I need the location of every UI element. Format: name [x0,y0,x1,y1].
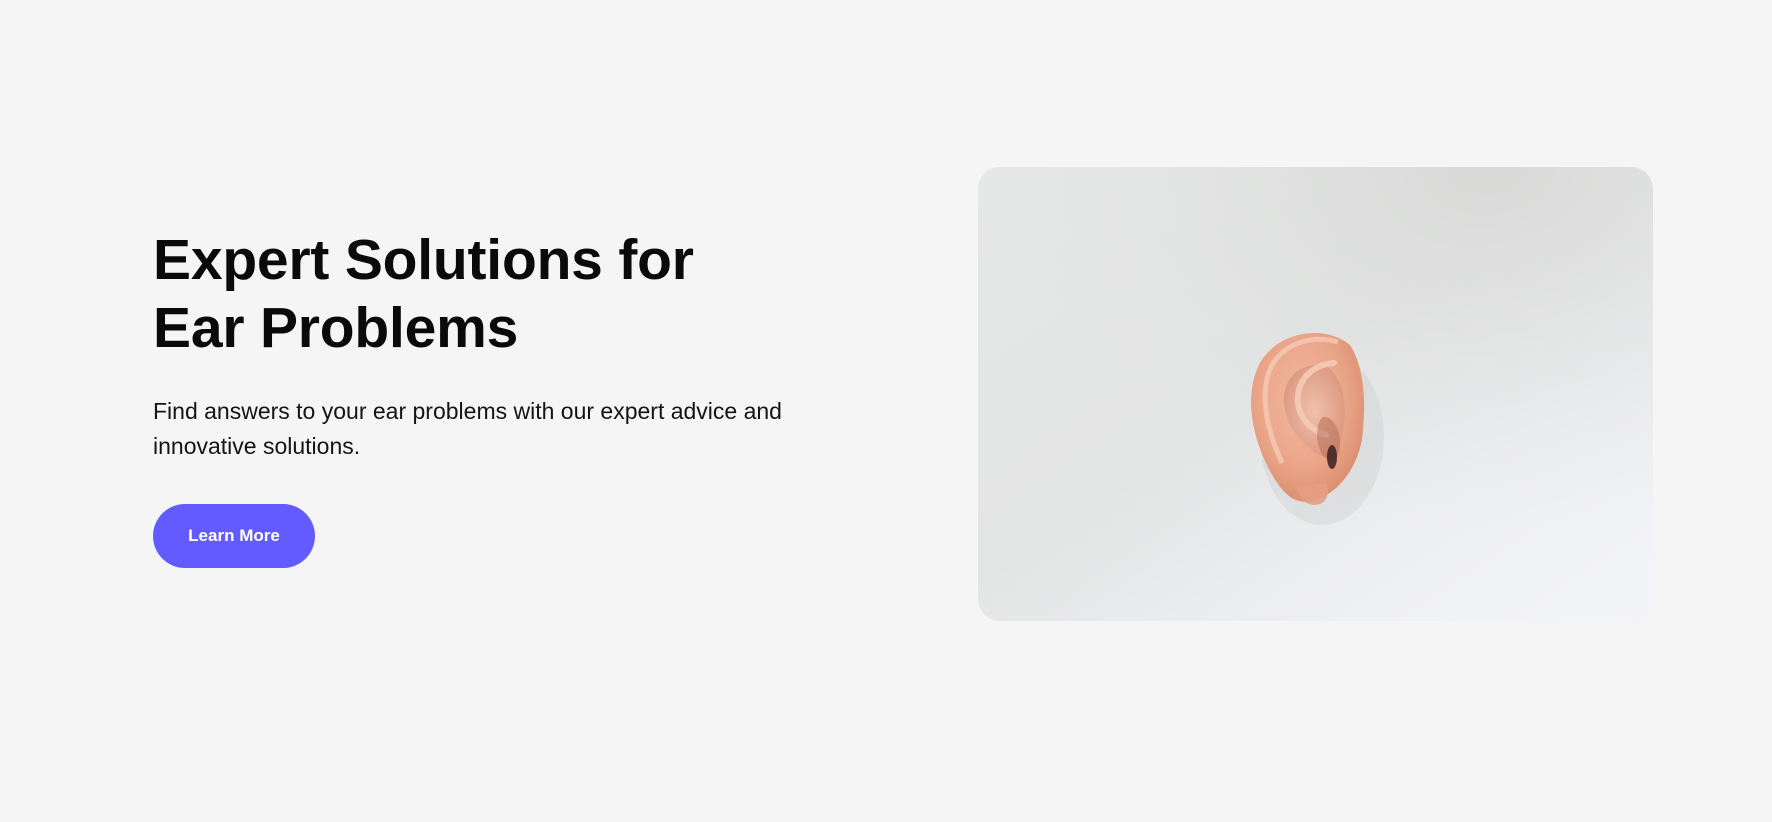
hero-image [978,167,1653,621]
hero-title: Expert Solutions for Ear Problems [153,228,694,360]
learn-more-button[interactable]: Learn More [153,504,315,568]
hero-text-block: Expert Solutions for Ear Problems Find a… [153,226,793,568]
hero-subtitle: Find answers to your ear problems with o… [153,398,782,459]
ear-photo [978,167,1653,621]
